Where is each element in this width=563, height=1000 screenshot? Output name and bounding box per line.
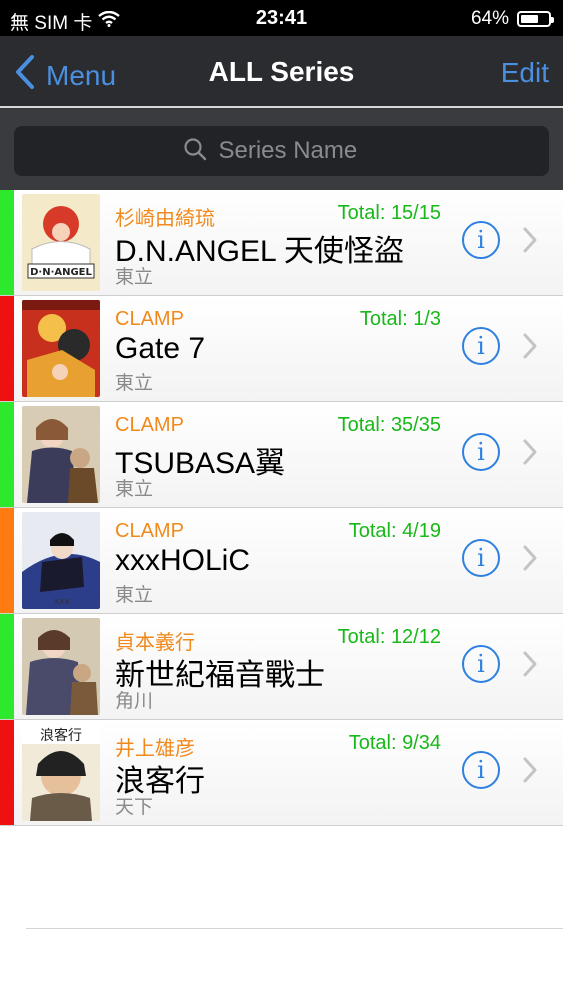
status-strip bbox=[0, 296, 14, 401]
battery-fill bbox=[521, 15, 538, 23]
status-strip bbox=[0, 720, 14, 825]
cover-vagabond-icon: 浪客行 bbox=[22, 724, 100, 821]
series-name: Gate 7 bbox=[115, 332, 206, 365]
status-strip bbox=[0, 190, 14, 295]
series-publisher: 東立 bbox=[115, 373, 154, 394]
edit-button[interactable]: Edit bbox=[501, 57, 549, 89]
chevron-right-icon[interactable] bbox=[522, 756, 538, 789]
page-title: ALL Series bbox=[208, 56, 355, 87]
series-total: Total: 9/34 bbox=[348, 732, 441, 754]
cover-eva-icon bbox=[22, 618, 100, 715]
svg-text:浪客行: 浪客行 bbox=[40, 727, 82, 744]
info-icon: i bbox=[477, 756, 485, 784]
svg-text:xxx: xxx bbox=[54, 597, 71, 607]
search-icon bbox=[183, 137, 207, 166]
info-button[interactable]: i bbox=[462, 539, 500, 577]
series-list: D·N·ANGEL 杉崎由綺琉 Total: 15/15 D.N.ANGEL 天使怪盜… bbox=[0, 190, 563, 826]
series-total: Total: 12/12 bbox=[337, 626, 441, 648]
battery-percent: 64% bbox=[470, 8, 509, 29]
series-author: CLAMP bbox=[115, 414, 184, 436]
chevron-right-icon[interactable] bbox=[522, 544, 538, 577]
info-icon: i bbox=[477, 650, 485, 678]
info-button[interactable]: i bbox=[462, 645, 500, 683]
info-button[interactable]: i bbox=[462, 327, 500, 365]
cover-xxxholic-icon: xxx bbox=[22, 512, 100, 609]
cover-gate-7-icon bbox=[22, 300, 100, 397]
chevron-right-icon[interactable] bbox=[522, 226, 538, 259]
info-button[interactable]: i bbox=[462, 751, 500, 789]
series-total: Total: 4/19 bbox=[348, 520, 441, 542]
series-total: Total: 35/35 bbox=[337, 414, 441, 436]
series-row[interactable]: D·N·ANGEL 杉崎由綺琉 Total: 15/15 D.N.ANGEL 天使怪盜… bbox=[0, 190, 563, 296]
series-author: CLAMP bbox=[115, 308, 184, 330]
status-right: 64% bbox=[470, 8, 554, 30]
chevron-right-icon[interactable] bbox=[522, 438, 538, 471]
info-button[interactable]: i bbox=[462, 221, 500, 259]
series-row[interactable]: 貞本義行 Total: 12/12 新世紀福音戰士 角川 i bbox=[0, 614, 563, 720]
chevron-right-icon[interactable] bbox=[522, 332, 538, 365]
info-icon: i bbox=[477, 226, 485, 254]
series-name: xxxHOLiC bbox=[115, 544, 251, 577]
search-field[interactable] bbox=[14, 126, 549, 176]
series-total: Total: 1/3 bbox=[359, 308, 441, 330]
series-author: CLAMP bbox=[115, 520, 184, 542]
navigation-bar: Menu ALL Series Edit bbox=[0, 36, 563, 108]
series-publisher: 東立 bbox=[115, 585, 154, 606]
series-row[interactable]: CLAMP Total: 35/35 TSUBASA翼 東立 i bbox=[0, 402, 563, 508]
search-input[interactable] bbox=[216, 136, 381, 166]
cover-tsubasa-icon bbox=[22, 406, 100, 503]
battery-icon bbox=[517, 11, 554, 27]
status-strip bbox=[0, 508, 14, 613]
info-button[interactable]: i bbox=[462, 433, 500, 471]
battery-nub bbox=[551, 17, 554, 23]
series-row[interactable]: xxx CLAMP Total: 4/19 xxxHOLiC 東立 i bbox=[0, 508, 563, 614]
list-footer-divider bbox=[26, 928, 563, 929]
series-name: D.N.ANGEL 天使怪盜 bbox=[115, 235, 404, 268]
series-publisher: 東立 bbox=[115, 479, 154, 500]
series-publisher: 天下 bbox=[115, 797, 154, 818]
status-bar: 無 SIM 卡 23:41 64% bbox=[0, 0, 563, 36]
info-icon: i bbox=[477, 332, 485, 360]
series-total: Total: 15/15 bbox=[337, 202, 441, 224]
info-icon: i bbox=[477, 438, 485, 466]
cover-dn-angel-icon: D·N·ANGEL bbox=[22, 194, 100, 291]
search-bar bbox=[0, 108, 563, 190]
series-publisher: 東立 bbox=[115, 267, 154, 288]
status-strip bbox=[0, 614, 14, 719]
chevron-right-icon[interactable] bbox=[522, 650, 538, 683]
series-row[interactable]: CLAMP Total: 1/3 Gate 7 東立 i bbox=[0, 296, 563, 402]
svg-text:D·N·ANGEL: D·N·ANGEL bbox=[30, 267, 92, 278]
status-strip bbox=[0, 402, 14, 507]
series-publisher: 角川 bbox=[115, 691, 154, 712]
series-row[interactable]: 浪客行 井上雄彦 Total: 9/34 浪客行 天下 i bbox=[0, 720, 563, 826]
info-icon: i bbox=[477, 544, 485, 572]
